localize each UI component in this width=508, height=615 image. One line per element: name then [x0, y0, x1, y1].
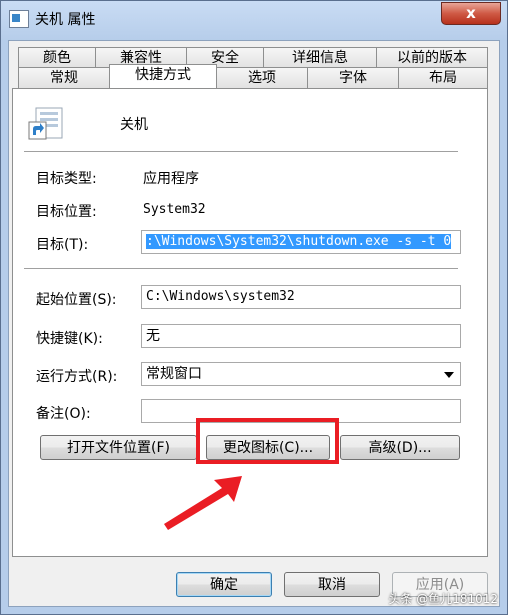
ok-button[interactable]: 确定: [176, 572, 272, 597]
tab-layout[interactable]: 布局: [398, 67, 488, 89]
target-label: 目标(T):: [36, 237, 89, 253]
target-location-label: 目标位置:: [36, 204, 97, 220]
annotation-arrow-icon: [164, 476, 242, 530]
annotation-highlight-box: [196, 418, 339, 464]
tab-options[interactable]: 选项: [216, 67, 308, 89]
start-in-input[interactable]: C:\Windows\system32: [141, 285, 461, 309]
shortcut-icon: [28, 107, 63, 140]
advanced-button[interactable]: 高级(D)...: [340, 435, 460, 460]
shortcut-key-label: 快捷键(K):: [36, 331, 103, 347]
shortcut-name: 关机: [120, 117, 148, 133]
target-type-value: 应用程序: [143, 171, 199, 187]
tab-shortcut[interactable]: 快捷方式: [109, 64, 217, 88]
run-label: 运行方式(R):: [36, 369, 118, 385]
shortcut-tab-panel: [12, 88, 488, 557]
window-title: 关机 属性: [35, 12, 96, 28]
watermark: 头条 @鱼儿181012: [388, 592, 498, 606]
run-dropdown[interactable]: 常规窗口: [141, 362, 461, 386]
target-location-value: System32: [143, 202, 206, 217]
shortcut-key-input[interactable]: 无: [141, 324, 461, 348]
separator: [24, 151, 458, 152]
target-input[interactable]: :\Windows\System32\shutdown.exe -s -t 0: [141, 230, 461, 254]
cancel-button[interactable]: 取消: [284, 572, 380, 597]
tab-previous-versions[interactable]: 以前的版本: [376, 47, 488, 69]
chevron-down-icon: [444, 372, 454, 378]
open-file-location-button[interactable]: 打开文件位置(F): [40, 435, 197, 460]
separator: [24, 268, 458, 269]
start-in-label: 起始位置(S):: [36, 292, 117, 308]
tab-general[interactable]: 常规: [18, 67, 110, 89]
tab-details[interactable]: 详细信息: [263, 47, 377, 69]
target-type-label: 目标类型:: [36, 171, 97, 187]
title-bar[interactable]: 关机 属性 x: [1, 1, 507, 35]
shortcut-window-icon: [9, 10, 29, 28]
tab-colors[interactable]: 颜色: [18, 47, 96, 69]
tab-font[interactable]: 字体: [307, 67, 399, 89]
comment-label: 备注(O):: [36, 406, 91, 422]
run-dropdown-value: 常规窗口: [146, 366, 202, 382]
close-button[interactable]: x: [441, 2, 501, 25]
target-input-text: :\Windows\System32\shutdown.exe -s -t 0: [146, 234, 452, 249]
